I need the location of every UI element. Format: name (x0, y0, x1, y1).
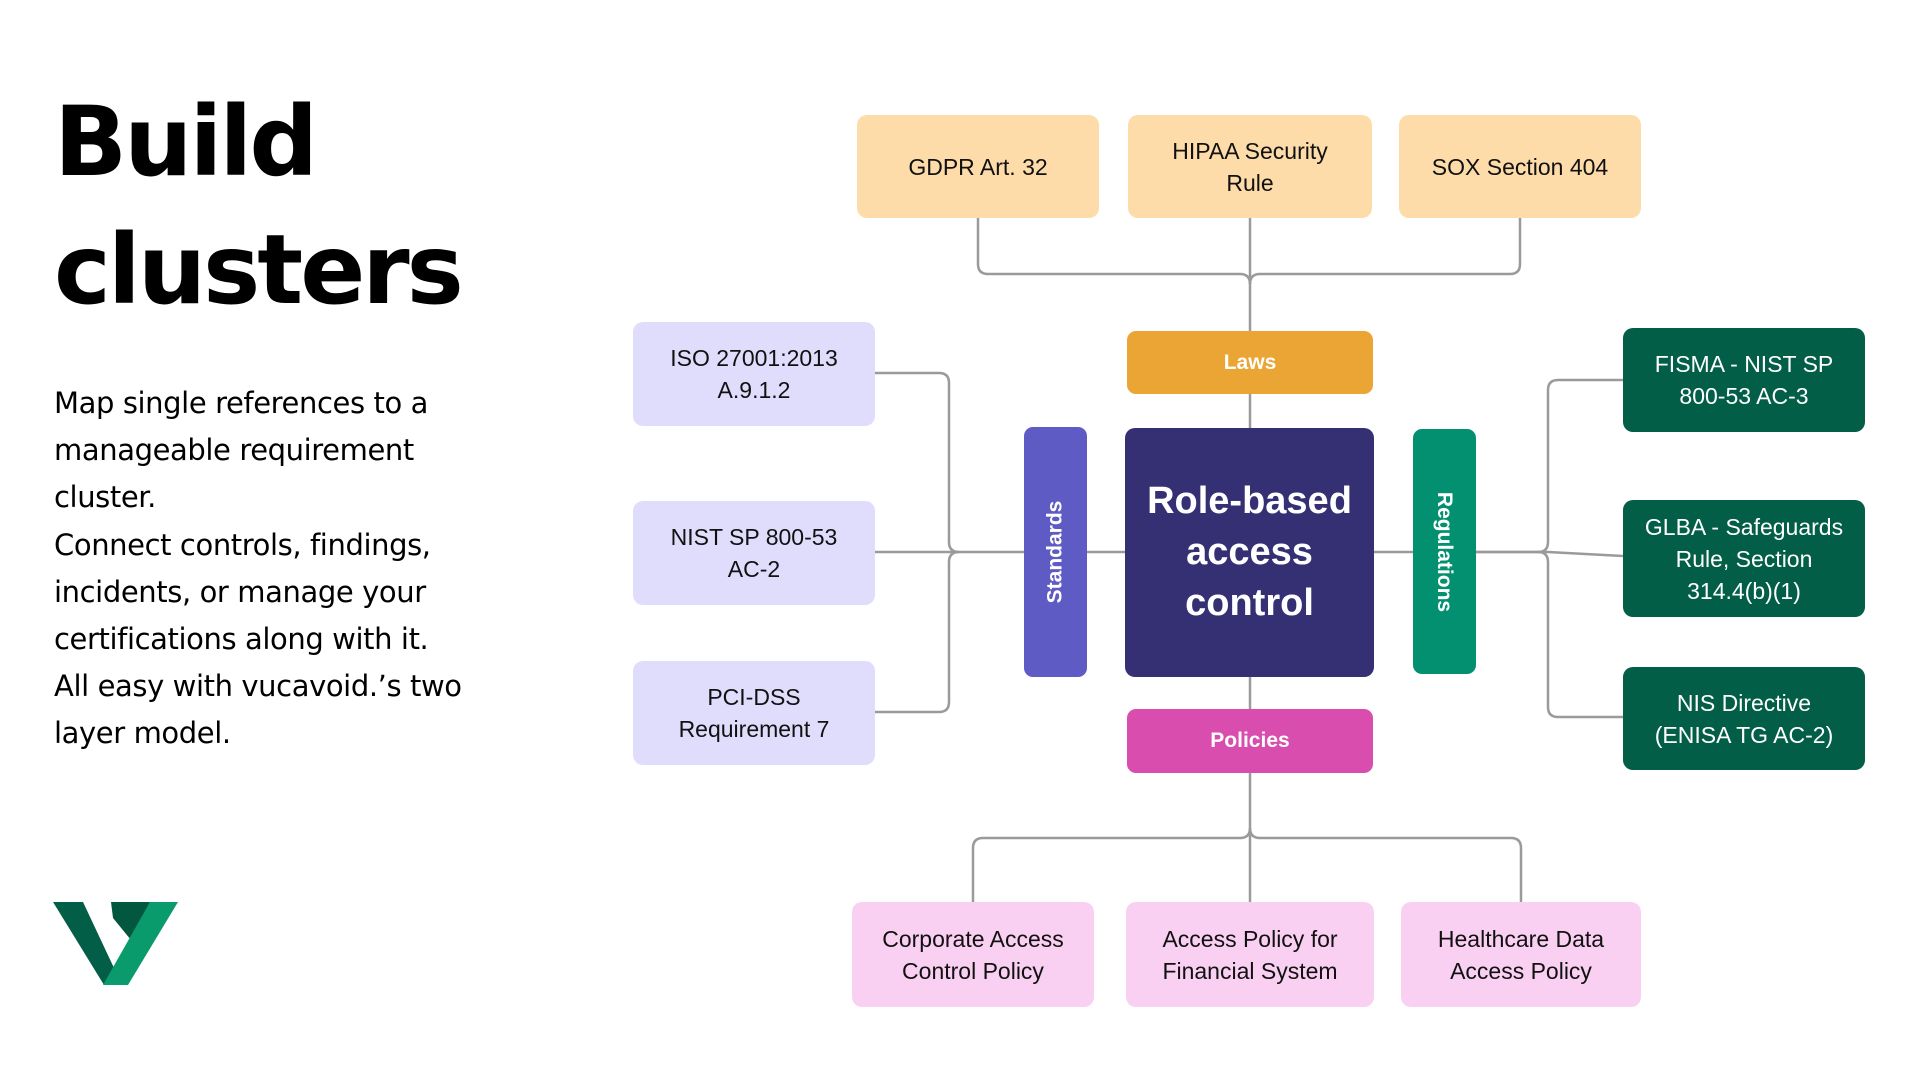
connector-policies-healthcare (1248, 827, 1523, 902)
category-policies[interactable]: Policies (1127, 709, 1373, 773)
description-line: cluster. (54, 480, 156, 515)
regulation-item-label: FISMA - NIST SP 800-53 AC-3 (1654, 351, 1834, 409)
policy-item-label: Healthcare Data Access Policy (1437, 925, 1605, 984)
policy-item-label: Access Policy for Financial System (1162, 925, 1338, 984)
category-laws-label: Laws (1223, 350, 1277, 374)
category-regulations-label: Regulations (1433, 491, 1457, 612)
policy-item-financial[interactable]: Access Policy for Financial System (1126, 902, 1374, 1007)
category-standards-label: Standards (1043, 500, 1067, 604)
regulation-item-fisma[interactable]: FISMA - NIST SP 800-53 AC-3 (1623, 328, 1865, 432)
connector-gdpr (976, 218, 1252, 285)
law-item-label: HIPAA Security Rule (1172, 137, 1328, 196)
law-item-label: SOX Section 404 (1431, 153, 1609, 180)
connector-policies-corporate (971, 827, 1252, 902)
connector-pci (875, 550, 960, 714)
connector-iso (875, 371, 960, 554)
description-line: All easy with vucavoid.’s two (54, 669, 462, 704)
standard-item-iso[interactable]: ISO 27001:2013 A.9.1.2 (633, 322, 875, 426)
regulation-item-label: NIS Directive (ENISA TG AC-2) (1654, 689, 1834, 748)
connector-sox (1248, 218, 1522, 285)
description-line: Connect controls, findings, (54, 527, 431, 562)
standard-item-label: NIST SP 800-53 AC-2 (670, 524, 838, 582)
category-laws[interactable]: Laws (1127, 331, 1373, 394)
law-item-hipaa[interactable]: HIPAA Security Rule (1128, 115, 1372, 218)
policy-item-label: Corporate Access Control Policy (882, 925, 1064, 984)
description-text: Map single references to a manageable re… (54, 380, 524, 758)
description-line: certifications along with it. (54, 622, 429, 657)
connector-fisma (1476, 378, 1623, 554)
standard-item-pci[interactable]: PCI-DSS Requirement 7 (633, 661, 875, 765)
connector-glba (1476, 550, 1624, 558)
vucavoid-logo-icon (53, 902, 178, 985)
category-regulations[interactable]: Regulations (1413, 429, 1476, 674)
description-line: incidents, or manage your (54, 574, 426, 609)
policy-item-healthcare[interactable]: Healthcare Data Access Policy (1401, 902, 1641, 1007)
standard-item-label: ISO 27001:2013 A.9.1.2 (670, 345, 838, 403)
standard-item-label: PCI-DSS Requirement 7 (678, 684, 830, 742)
regulation-item-nis[interactable]: NIS Directive (ENISA TG AC-2) (1623, 667, 1865, 770)
description-line: Map single references to a (54, 386, 428, 420)
connector-nis (1537, 550, 1623, 719)
core-node-label: Role-based access control (1147, 480, 1352, 624)
policy-item-corporate[interactable]: Corporate Access Control Policy (852, 902, 1094, 1007)
page-title-line: clusters (54, 214, 464, 326)
page-title-line: Build (54, 86, 318, 198)
category-standards[interactable]: Standards (1024, 427, 1087, 677)
description-line: manageable requirement (54, 433, 414, 468)
standard-item-nist[interactable]: NIST SP 800-53 AC-2 (633, 501, 875, 605)
law-item-label: GDPR Art. 32 (908, 153, 1048, 180)
category-policies-label: Policies (1210, 729, 1290, 752)
regulation-item-label: GLBA - Safeguards Rule, Section 314.4(b)… (1644, 513, 1844, 604)
law-item-sox[interactable]: SOX Section 404 (1399, 115, 1641, 218)
law-item-gdpr[interactable]: GDPR Art. 32 (857, 115, 1099, 218)
regulation-item-glba[interactable]: GLBA - Safeguards Rule, Section 314.4(b)… (1623, 500, 1865, 617)
page-title: Build clusters (54, 78, 464, 334)
description-line: layer model. (54, 716, 231, 751)
core-node-rbac[interactable]: Role-based access control (1125, 428, 1374, 677)
